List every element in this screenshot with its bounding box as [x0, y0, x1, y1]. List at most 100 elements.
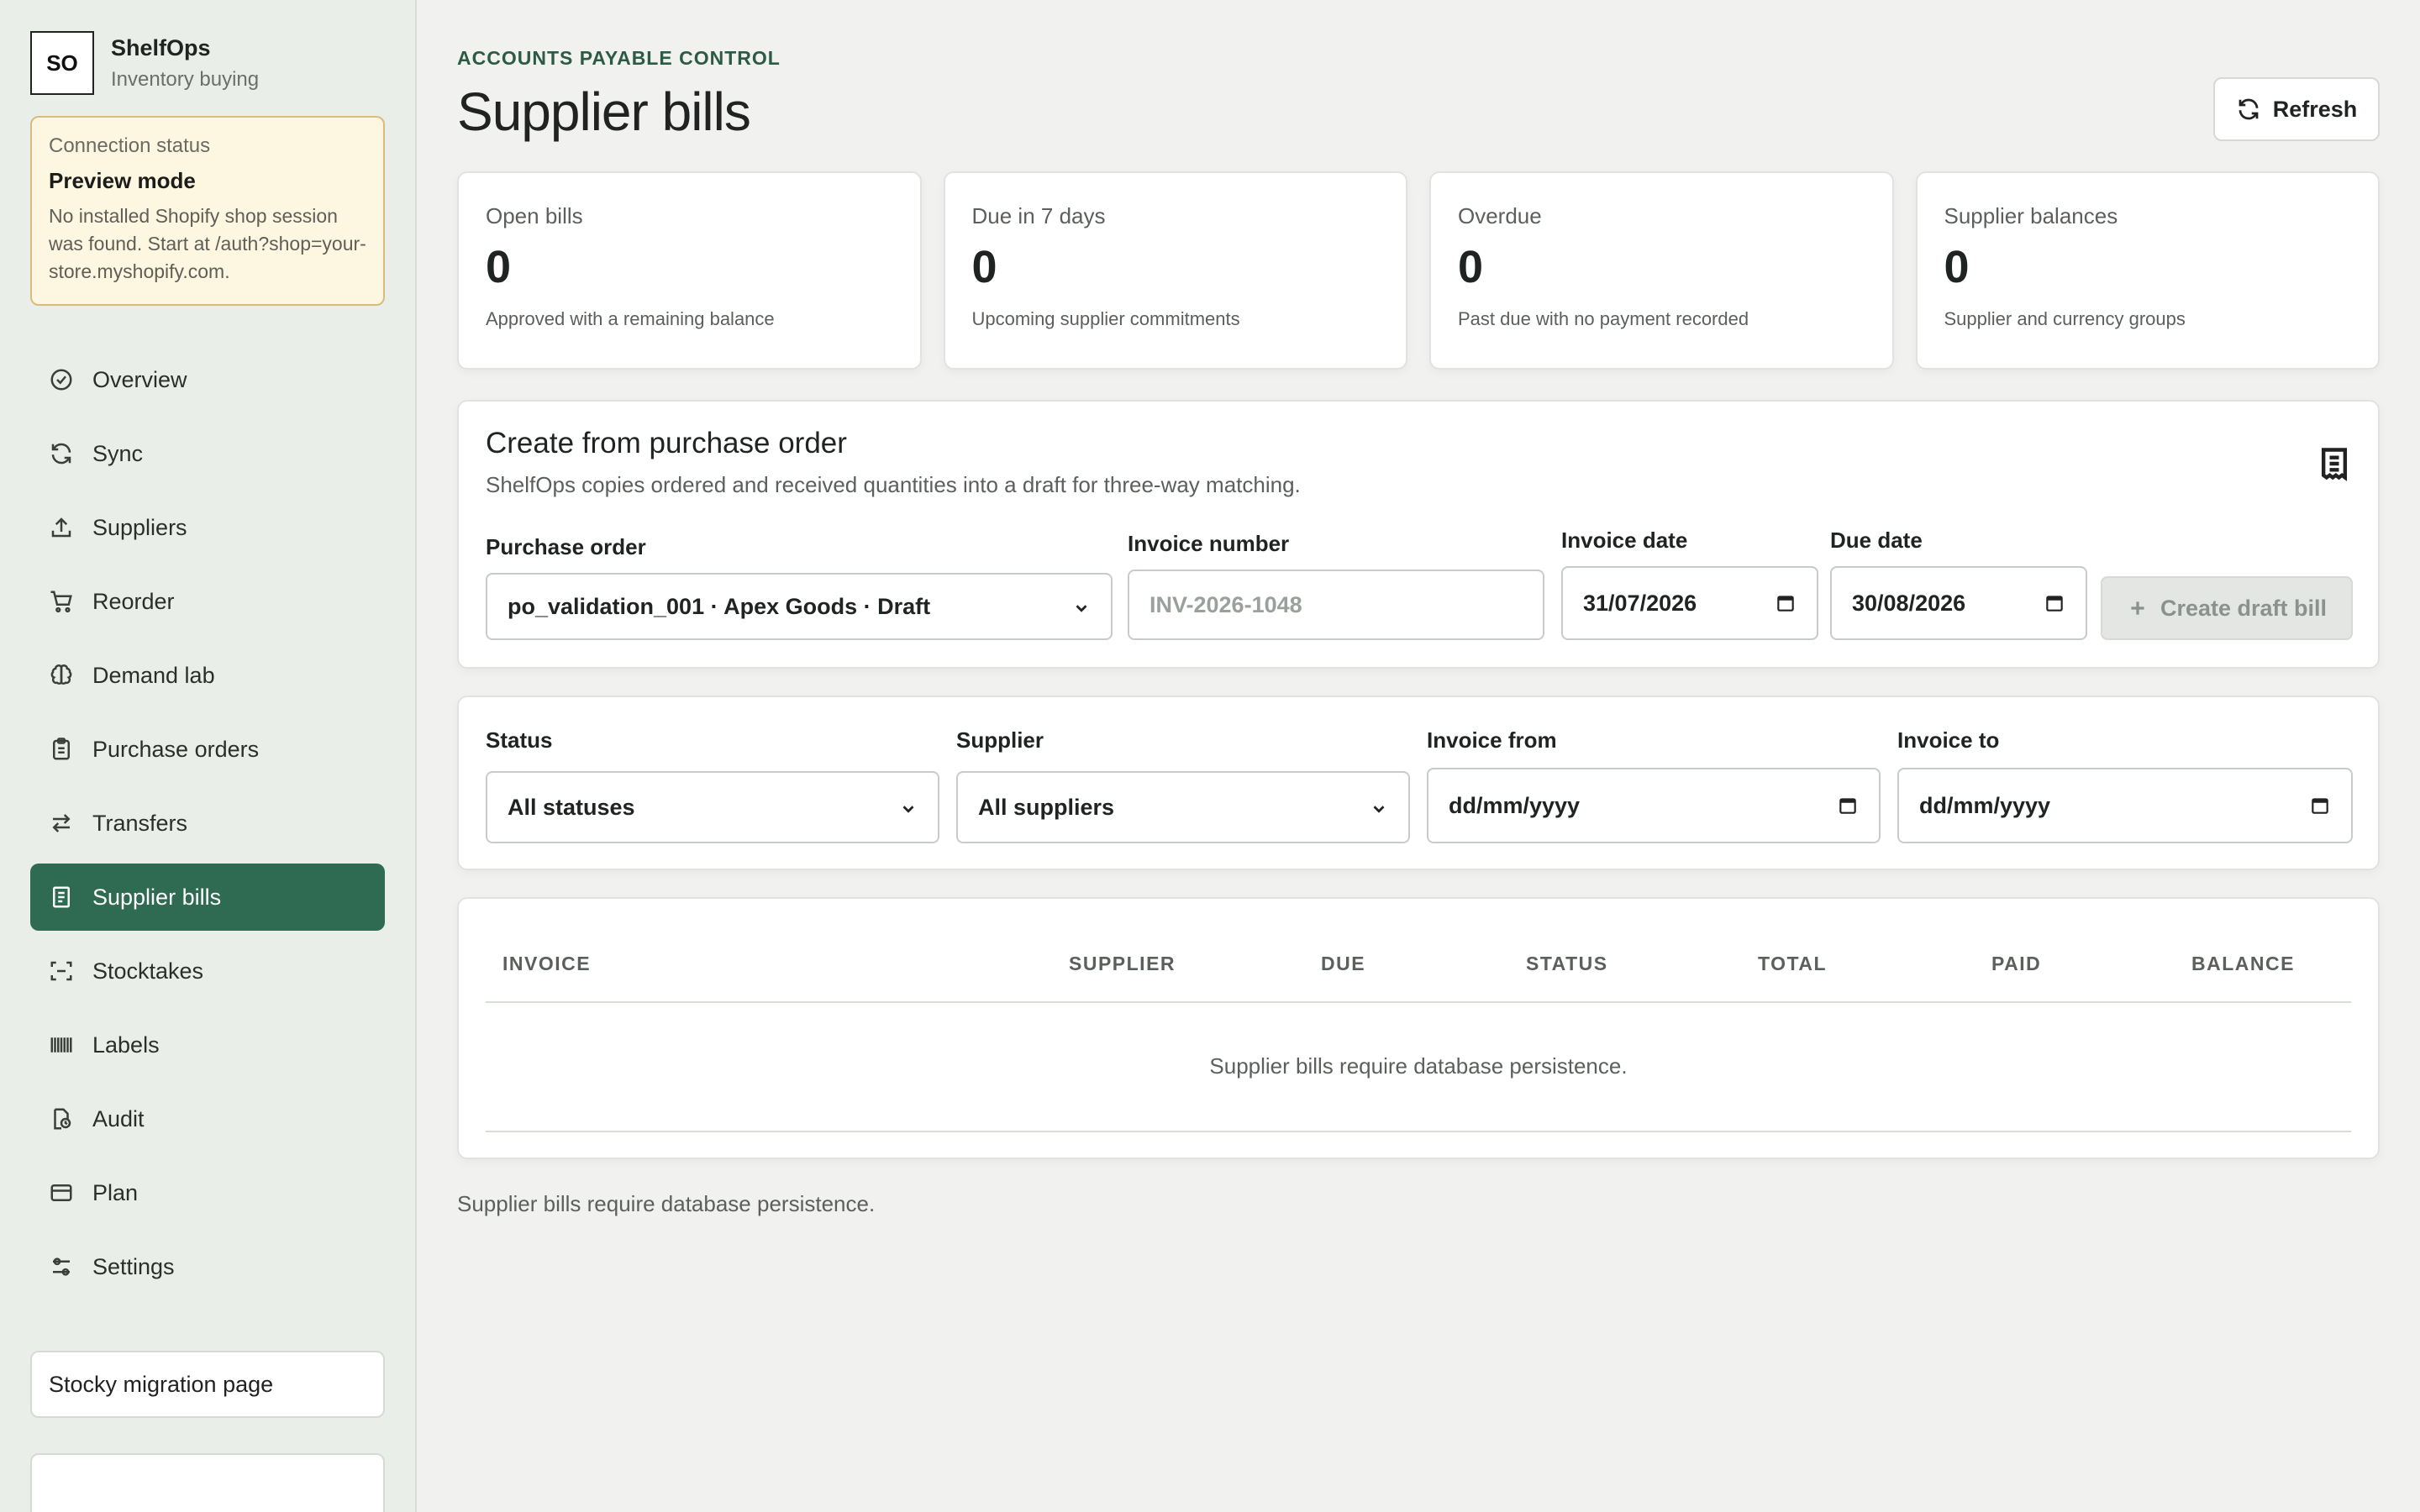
due-date-label: Due date	[1830, 528, 1923, 553]
page-eyebrow: ACCOUNTS PAYABLE CONTROL	[457, 47, 781, 69]
sidebar-item-label: Settings	[92, 1253, 175, 1279]
stat-card-overdue: Overdue 0 Past due with no payment recor…	[1429, 171, 1894, 370]
refresh-icon	[2238, 98, 2259, 120]
connection-status-message: No installed Shopify shop session was fo…	[49, 205, 366, 282]
calendar-icon[interactable]	[2309, 795, 2331, 816]
column-header-invoice[interactable]: INVOICE	[502, 953, 591, 975]
sidebar-item-label: Overview	[92, 366, 187, 392]
connection-status-title: Preview mode	[49, 168, 196, 193]
invoice-from-value: dd/mm/yyyy	[1449, 792, 1581, 818]
status-filter-value: All statuses	[508, 794, 635, 820]
sidebar-item-overview[interactable]: Overview	[30, 346, 385, 413]
brand-subtitle: Inventory buying	[111, 67, 260, 91]
column-header-due[interactable]: DUE	[1321, 953, 1365, 975]
column-header-total[interactable]: TOTAL	[1758, 953, 1827, 975]
sidebar-item-audit[interactable]: Audit	[30, 1085, 385, 1152]
calendar-icon[interactable]	[1775, 592, 1797, 614]
create-draft-bill-button[interactable]: Create draft bill	[2101, 576, 2353, 640]
sidebar-item-stocktakes[interactable]: Stocktakes	[30, 937, 385, 1005]
supplier-filter-value: All suppliers	[978, 794, 1115, 820]
column-header-paid[interactable]: PAID	[1991, 953, 2041, 975]
receipt-icon	[2316, 445, 2353, 482]
barcode-icon	[47, 1031, 76, 1059]
sidebar-item-label: Suppliers	[92, 514, 187, 540]
purchase-order-value: po_validation_001 · Apex Goods · Draft	[508, 593, 931, 619]
create-from-po-panel: Create from purchase order ShelfOps copi…	[457, 400, 2380, 669]
create-panel-title: Create from purchase order	[486, 427, 847, 459]
cart-icon	[47, 587, 76, 616]
transfer-icon	[47, 809, 76, 837]
supplier-filter-select[interactable]: All suppliers	[956, 771, 1410, 843]
invoice-to-input[interactable]: dd/mm/yyyy	[1897, 768, 2353, 843]
stat-card-open-bills: Open bills 0 Approved with a remaining b…	[457, 171, 922, 370]
invoice-date-value: 31/07/2026	[1583, 590, 1697, 616]
sidebar-item-label: Supplier bills	[92, 884, 222, 910]
stat-label: Open bills	[486, 203, 583, 228]
column-header-status[interactable]: STATUS	[1526, 953, 1608, 975]
stat-value: 0	[486, 242, 512, 292]
sidebar-item-label: Reorder	[92, 588, 175, 614]
sidebar-item-label: Sync	[92, 440, 144, 466]
column-header-balance[interactable]: BALANCE	[2191, 953, 2295, 975]
column-header-supplier[interactable]: SUPPLIER	[1069, 953, 1176, 975]
purchase-order-select[interactable]: po_validation_001 · Apex Goods · Draft	[486, 573, 1113, 640]
stat-subtext: Approved with a remaining balance	[486, 308, 775, 329]
table-empty-message: Supplier bills require database persiste…	[1209, 1053, 1628, 1079]
footer-message: Supplier bills require database persiste…	[457, 1191, 876, 1216]
due-date-input[interactable]: 30/08/2026	[1830, 566, 2087, 640]
connection-status-label: Connection status	[49, 134, 211, 157]
refresh-button[interactable]: Refresh	[2213, 77, 2380, 141]
chevron-down-icon	[1072, 597, 1091, 616]
invoice-number-label: Invoice number	[1128, 531, 1290, 556]
purchase-order-label: Purchase order	[486, 534, 646, 559]
stat-subtext: Upcoming supplier commitments	[971, 308, 1240, 329]
supplier-filter-label: Supplier	[956, 727, 1044, 753]
stat-label: Supplier balances	[1944, 203, 2118, 228]
connection-status-card: Connection status Preview mode No instal…	[30, 116, 385, 306]
sidebar-item-transfers[interactable]: Transfers	[30, 790, 385, 857]
calendar-icon[interactable]	[2044, 592, 2065, 614]
calendar-icon[interactable]	[1837, 795, 1859, 816]
stat-subtext: Supplier and currency groups	[1944, 308, 2186, 329]
stats-row: Open bills 0 Approved with a remaining b…	[457, 171, 2380, 370]
table-bottom-divider	[486, 1131, 2351, 1132]
sidebar-item-purchase-orders[interactable]: Purchase orders	[30, 716, 385, 783]
sidebar-item-suppliers[interactable]: Suppliers	[30, 494, 385, 561]
stocky-migration-button[interactable]: Stocky migration page	[30, 1351, 385, 1418]
chevron-down-icon	[899, 798, 918, 816]
page-title: Supplier bills	[457, 81, 751, 142]
clipboard-icon	[47, 735, 76, 764]
stat-label: Overdue	[1458, 203, 1542, 228]
sidebar-item-supplier-bills[interactable]: Supplier bills	[30, 864, 385, 931]
brand-logo: SO	[30, 31, 94, 95]
stat-value: 0	[1458, 242, 1484, 292]
sidebar-item-labels[interactable]: Labels	[30, 1011, 385, 1079]
sidebar-item-label: Demand lab	[92, 662, 215, 688]
brand: SO ShelfOps Inventory buying	[30, 30, 385, 96]
invoice-from-label: Invoice from	[1427, 727, 1557, 753]
sidebar-item-label: Purchase orders	[92, 736, 260, 762]
scan-icon	[47, 957, 76, 985]
brand-name: ShelfOps	[111, 34, 211, 60]
sync-icon	[47, 439, 76, 468]
sidebar-item-settings[interactable]: Settings	[30, 1233, 385, 1300]
sidebar-item-plan[interactable]: Plan	[30, 1159, 385, 1226]
status-filter-select[interactable]: All statuses	[486, 771, 939, 843]
stat-card-due-7-days: Due in 7 days 0 Upcoming supplier commit…	[943, 171, 1407, 370]
sliders-icon	[47, 1252, 76, 1281]
invoice-number-input[interactable]: INV-2026-1048	[1128, 570, 1544, 640]
sidebar-item-label: Stocktakes	[92, 958, 204, 984]
sidebar-item-demand-lab[interactable]: Demand lab	[30, 642, 385, 709]
sidebar-item-reorder[interactable]: Reorder	[30, 568, 385, 635]
brain-icon	[47, 661, 76, 690]
sidebar-nav: Overview Sync Suppliers Reorder Demand l…	[30, 346, 385, 1300]
sidebar-item-label: Transfers	[92, 810, 188, 836]
sidebar-extra-button[interactable]	[30, 1453, 385, 1512]
invoice-from-input[interactable]: dd/mm/yyyy	[1427, 768, 1881, 843]
invoice-date-input[interactable]: 31/07/2026	[1561, 566, 1818, 640]
check-circle-icon	[47, 365, 76, 394]
sidebar-item-sync[interactable]: Sync	[30, 420, 385, 487]
stat-subtext: Past due with no payment recorded	[1458, 308, 1749, 329]
supplier-bills-table: INVOICE SUPPLIER DUE STATUS TOTAL PAID B…	[457, 897, 2380, 1159]
sidebar: SO ShelfOps Inventory buying Connection …	[0, 0, 417, 1512]
